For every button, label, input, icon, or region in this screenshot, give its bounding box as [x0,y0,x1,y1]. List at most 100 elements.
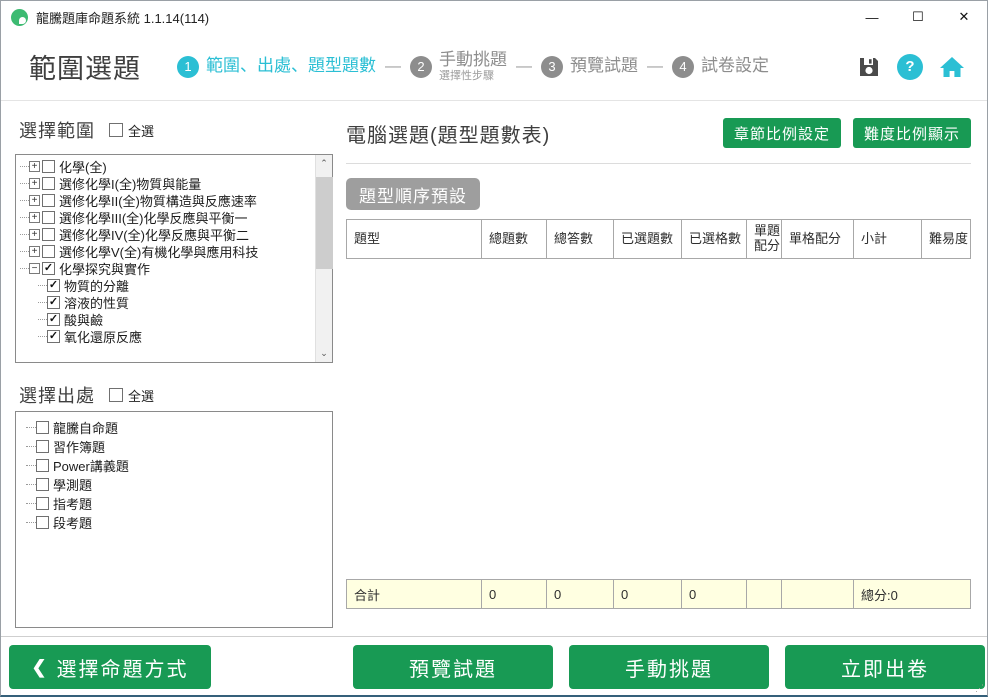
question-table-body [346,259,971,579]
collapse-minus-icon[interactable]: − [29,263,40,274]
source-item[interactable]: 指考題 [22,494,332,513]
tree-connector [20,200,29,201]
scrollbar-down-icon[interactable]: ⌄ [316,345,332,362]
tree-item-checkbox[interactable] [42,228,55,241]
step-3: 3預覽試題 [541,56,638,78]
source-item-checkbox[interactable] [36,478,49,491]
tree-connector [20,251,29,252]
tree-item[interactable]: +選修化學III(全)化學反應與平衡一 [20,209,315,226]
manual-pick-button[interactable]: 手動挑題 [569,645,769,689]
column-header: 總答數 [547,220,614,258]
tree-item-checkbox[interactable] [42,211,55,224]
source-item-label: 龍騰自命題 [53,418,118,437]
tree-connector [20,217,29,218]
scope-tree-scrollbar[interactable]: ⌃ ⌄ [315,155,332,362]
source-item-label: 指考題 [53,494,92,513]
step-2: 2手動挑題選擇性步驟 [410,51,507,82]
step-4: 4試卷設定 [672,56,769,78]
expand-plus-icon[interactable]: + [29,246,40,257]
computer-selection-panel: 電腦選題(題型題數表) 章節比例設定 難度比例顯示 題型順序預設 題型總題數總答… [346,113,971,609]
help-icon[interactable]: ? [897,54,923,80]
total-value: 0 [547,580,614,608]
tree-item[interactable]: +選修化學IV(全)化學反應與平衡二 [20,226,315,243]
source-select-all-checkbox[interactable] [109,388,123,402]
scrollbar-up-icon[interactable]: ⌃ [316,155,332,172]
tree-item[interactable]: 溶液的性質 [20,294,315,311]
step-indicator: 1範圍、出處、題型題數—2手動挑題選擇性步驟—3預覽試題—4試卷設定 [177,51,769,82]
question-table-header: 題型總題數總答數已選題數已選格數單題配分單格配分小計難易度 [346,219,971,259]
preview-questions-button[interactable]: 預覽試題 [353,645,553,689]
tree-connector [20,268,29,269]
difficulty-ratio-button[interactable]: 難度比例顯示 [853,118,971,148]
tree-item[interactable]: 氧化還原反應 [20,328,315,345]
tree-item-checkbox[interactable] [42,160,55,173]
tree-item[interactable]: +化學(全) [20,158,315,175]
step-number-badge: 4 [672,56,694,78]
scope-select-all[interactable]: 全選 [109,121,154,140]
tree-item[interactable]: +選修化學I(全)物質與能量 [20,175,315,192]
expand-plus-icon[interactable]: + [29,178,40,189]
source-item[interactable]: 學測題 [22,475,332,494]
tree-item-checkbox[interactable] [42,177,55,190]
source-item-checkbox[interactable] [36,497,49,510]
expand-plus-icon[interactable]: + [29,161,40,172]
scrollbar-thumb[interactable] [316,177,333,269]
resize-grip[interactable]: ⋰ [975,683,985,693]
page-header: 範圍選題 1範圍、出處、題型題數—2手動挑題選擇性步驟—3預覽試題—4試卷設定 … [1,33,987,101]
source-item[interactable]: 段考題 [22,513,332,532]
save-icon[interactable] [857,55,881,79]
source-item-checkbox[interactable] [36,421,49,434]
expand-plus-icon[interactable]: + [29,229,40,240]
tree-item-checkbox[interactable] [47,330,60,343]
column-header: 題型 [347,220,482,258]
tree-connector [38,302,47,303]
maximize-button[interactable]: ☐ [895,1,941,33]
column-header: 小計 [854,220,922,258]
back-to-method-button[interactable]: ❮ 選擇命題方式 [9,645,211,689]
source-select-all-label: 全選 [128,386,154,405]
tree-item-checkbox[interactable] [47,313,60,326]
tree-connector [26,503,36,504]
source-item-checkbox[interactable] [36,459,49,472]
scope-tree-box: +化學(全)+選修化學I(全)物質與能量+選修化學II(全)物質構造與反應速率+… [15,154,333,363]
tree-item[interactable]: 物質的分離 [20,277,315,294]
generate-paper-button[interactable]: 立即出卷 [785,645,985,689]
close-button[interactable]: ✕ [941,1,987,33]
scope-select-all-label: 全選 [128,121,154,140]
tree-item[interactable]: +選修化學II(全)物質構造與反應速率 [20,192,315,209]
source-item[interactable]: 習作簿題 [22,437,332,456]
source-item-checkbox[interactable] [36,516,49,529]
source-item-checkbox[interactable] [36,440,49,453]
column-header: 已選題數 [614,220,682,258]
source-item[interactable]: 龍騰自命題 [22,418,332,437]
source-item[interactable]: Power講義題 [22,456,332,475]
source-item-label: 學測題 [53,475,92,494]
app-logo-icon [11,9,28,26]
tree-item[interactable]: 酸與鹼 [20,311,315,328]
step-number-badge: 1 [177,56,199,78]
expand-plus-icon[interactable]: + [29,212,40,223]
tree-item-checkbox[interactable] [42,194,55,207]
minimize-button[interactable]: — [849,1,895,33]
source-list-box: 龍騰自命題習作簿題Power講義題學測題指考題段考題 [15,411,333,628]
question-order-button[interactable]: 題型順序預設 [346,178,480,210]
tree-connector [20,166,29,167]
tree-connector [38,319,47,320]
source-select-all[interactable]: 全選 [109,386,154,405]
tree-item[interactable]: +選修化學V(全)有機化學與應用科技 [20,243,315,260]
chapter-ratio-button[interactable]: 章節比例設定 [723,118,841,148]
chevron-left-icon: ❮ [31,657,48,678]
tree-item-checkbox[interactable] [47,296,60,309]
scope-select-all-checkbox[interactable] [109,123,123,137]
tree-item-checkbox[interactable] [42,245,55,258]
tree-connector [26,484,36,485]
tree-item-checkbox[interactable] [47,279,60,292]
tree-item-checkbox[interactable] [42,262,55,275]
home-icon[interactable] [939,55,965,79]
tree-item[interactable]: −化學探究與實作 [20,260,315,277]
title-bar: 龍騰題庫命題系統 1.1.14(114) — ☐ ✕ [1,1,987,33]
expand-plus-icon[interactable]: + [29,195,40,206]
tree-connector [38,285,47,286]
panel-divider [346,163,971,164]
step-dash: — [516,58,532,76]
